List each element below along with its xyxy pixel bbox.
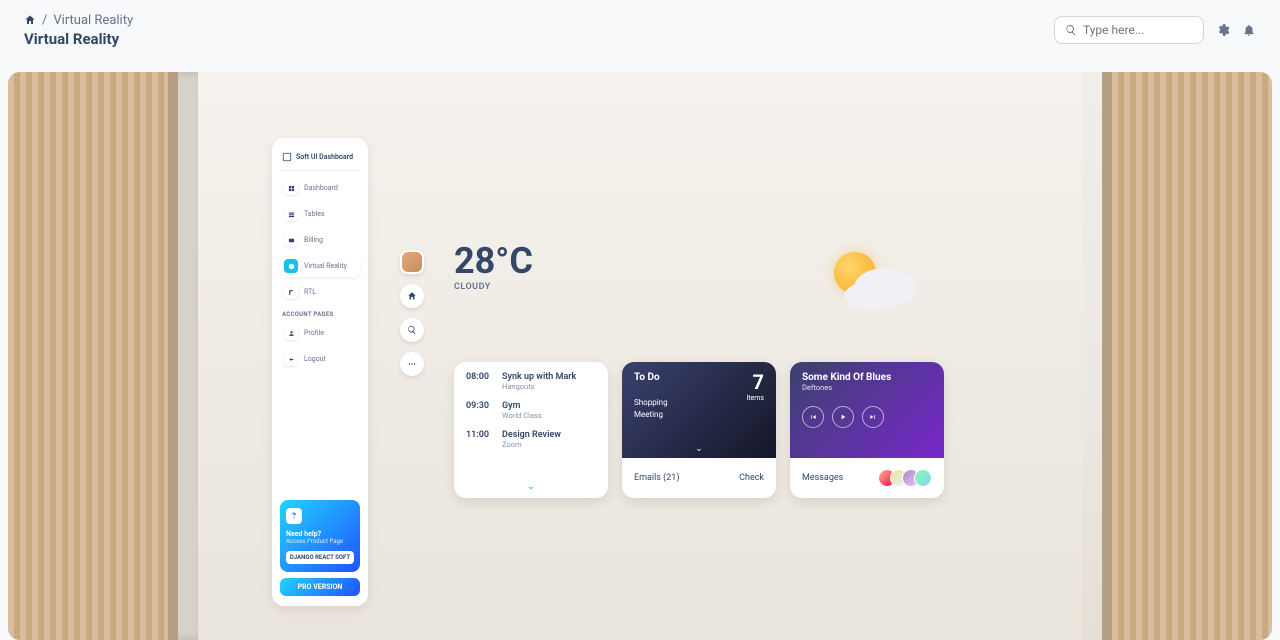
avatar[interactable] [400,250,424,274]
grid-icon [288,185,295,192]
search-input[interactable] [1083,23,1193,37]
weather-description: CLOUDY [454,282,533,292]
quick-column [400,250,424,376]
logout-icon [288,356,295,363]
chevron-down-icon[interactable]: ⌄ [695,444,703,454]
next-icon [869,413,877,421]
sidebar-brand[interactable]: Soft UI Dashboard [280,148,360,171]
cube-icon [288,263,295,270]
gear-icon[interactable] [1216,23,1230,37]
sidebar-item-virtual-reality[interactable]: Virtual Reality [280,255,360,277]
table-icon [288,211,295,218]
breadcrumb-item[interactable]: Virtual Reality [53,13,133,28]
home-icon [407,291,417,301]
sidebar-item-billing[interactable]: Billing [280,229,360,251]
search-input-wrapper[interactable] [1054,16,1204,44]
sidebar-help-card: Need help? Access Product Page DJANGO RE… [280,500,360,572]
question-icon [286,508,302,524]
music-artist: Deftones [802,383,932,392]
todo-card: To Do 7Items ShoppingMeeting ⌄ Emails (2… [622,362,776,498]
search-icon [407,325,417,335]
emails-label: Emails (21) [634,473,680,483]
sidebar-item-dashboard[interactable]: Dashboard [280,177,360,199]
sidebar-item-logout[interactable]: Logout [280,348,360,370]
music-title: Some Kind Of Blues [802,372,932,383]
sidebar-item-profile[interactable]: Profile [280,322,360,344]
cloud-icon [854,268,916,308]
weather-temperature: 28°C [454,240,533,282]
todo-item: Meeting [634,409,764,421]
schedule-card: 08:00Synk up with MarkHangouts 09:30GymW… [454,362,608,498]
page-title: Virtual Reality [24,30,133,48]
next-button[interactable] [862,406,884,428]
breadcrumb: / Virtual Reality Virtual Reality [24,13,133,48]
pro-version-button[interactable]: PRO VERSION [280,578,360,596]
quick-home-button[interactable] [400,284,424,308]
weather-widget: 28°C CLOUDY [454,240,533,292]
todo-item: Shopping [634,397,764,409]
brand-icon [282,152,292,162]
rtl-icon [288,289,295,296]
quick-search-button[interactable] [400,318,424,342]
schedule-row[interactable]: 09:30GymWorld Class [466,401,596,420]
schedule-row[interactable]: 08:00Synk up with MarkHangouts [466,372,596,391]
messages-label[interactable]: Messages [802,473,843,483]
sidebar-item-tables[interactable]: Tables [280,203,360,225]
prev-button[interactable] [802,406,824,428]
todo-title: To Do [634,372,764,383]
card-icon [288,237,295,244]
check-link[interactable]: Check [739,473,764,483]
home-icon [24,14,36,26]
prev-icon [809,413,817,421]
user-icon [288,330,295,337]
ellipsis-icon [407,359,417,369]
music-card: Some Kind Of Blues Deftones Messages [790,362,944,498]
play-button[interactable] [832,406,854,428]
play-icon [839,413,847,421]
avatar-group[interactable] [878,469,932,487]
sidebar-item-rtl[interactable]: RTL [280,281,360,303]
sidebar-section-account: Account Pages [280,307,360,322]
weather-illustration [820,246,920,316]
help-cta-button[interactable]: DJANGO REACT SOFT [286,551,354,564]
vr-background [8,72,1272,640]
chevron-down-icon[interactable]: ⌄ [527,481,535,492]
quick-more-button[interactable] [400,352,424,376]
sidebar: Soft UI Dashboard Dashboard Tables Billi… [272,138,368,606]
schedule-row[interactable]: 11:00Design ReviewZoom [466,430,596,449]
search-icon [1065,24,1077,36]
bell-icon[interactable] [1242,23,1256,37]
